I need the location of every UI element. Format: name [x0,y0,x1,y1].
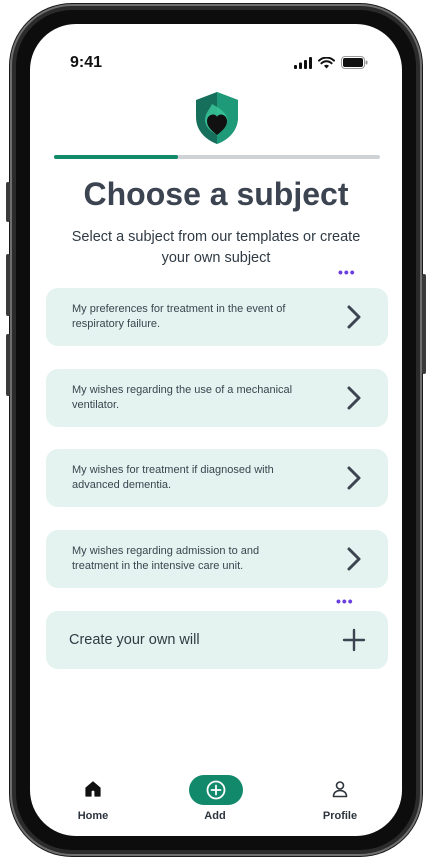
chevron-right-icon [347,386,361,410]
page-subtitle: Select a subject from our templates or c… [71,229,361,266]
power-button [422,274,426,374]
more-dots-icon: ••• [338,264,356,280]
template-card-intensive-care[interactable]: My wishes regarding admission to and tre… [46,530,388,588]
home-icon [85,781,101,797]
profile-icon [332,781,348,798]
create-own-will-label: Create your own will [69,632,200,648]
progress-fill [54,155,178,159]
phone-frame: 9:41 Choose a subject Select a subject f… [6,4,426,856]
status-icons [294,56,368,69]
app-screen: 9:41 Choose a subject Select a subject f… [30,24,402,836]
page-title: Choose a subject [83,176,349,212]
volume-down-button [6,334,10,396]
more-dots-icon: ••• [336,593,354,609]
template-card-mechanical-ventilator[interactable]: My wishes regarding the use of a mechani… [46,369,388,427]
template-card-label: My preferences for treatment in the even… [72,303,286,330]
tab-home-label: Home [77,810,109,822]
tab-add-label: Add [204,810,226,822]
battery-icon [341,56,368,69]
mute-switch [6,182,10,222]
template-card-label: My wishes for treatment if diagnosed wit… [72,464,274,491]
template-card-respiratory-failure[interactable]: My preferences for treatment in the even… [46,288,388,346]
status-time: 9:41 [70,54,103,71]
template-card-label: My wishes regarding the use of a mechani… [72,384,293,411]
phone-bezel: 9:41 Choose a subject Select a subject f… [16,10,416,850]
tab-profile-label: Profile [322,810,358,822]
add-circle-icon [206,780,226,800]
template-card-label: My wishes regarding admission to and tre… [72,545,260,572]
chevron-right-icon [347,547,361,571]
bottom-tab-bar: Home Add Profile [30,772,402,836]
chevron-right-icon [347,305,361,329]
tab-home[interactable]: Home [53,772,133,832]
progress-track [54,155,380,159]
plus-icon [342,628,366,652]
add-button[interactable] [189,775,243,805]
tab-add[interactable]: Add [175,772,255,832]
status-bar: 9:41 [30,24,402,71]
wifi-icon [318,56,335,68]
chevron-right-icon [347,466,361,490]
shield-heart-logo-icon [196,92,238,144]
signal-icon [294,56,312,69]
tab-profile[interactable]: Profile [300,772,380,832]
volume-up-button [6,254,10,316]
template-card-advanced-dementia[interactable]: My wishes for treatment if diagnosed wit… [46,449,388,507]
create-own-will-card[interactable]: Create your own will [46,611,388,669]
